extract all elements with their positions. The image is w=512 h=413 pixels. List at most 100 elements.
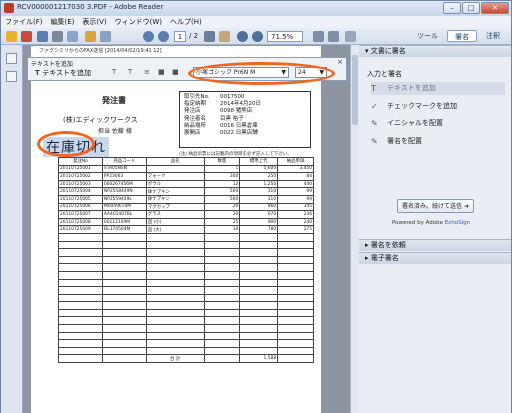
table-cell: [277, 308, 314, 318]
table-row: 20110725009 DL370504M 皿 (大) 10 780 275: [58, 225, 314, 234]
add-text-panel-close[interactable]: ×: [337, 58, 343, 66]
tab-comment[interactable]: 注釈: [479, 30, 507, 42]
zoom-in-icon[interactable]: [252, 31, 263, 42]
tab-sign[interactable]: 署名: [447, 30, 477, 42]
add-checkmark-item[interactable]: ✓ チェックマークを追加: [371, 100, 457, 113]
table-cell: [101, 308, 147, 318]
table-cell: [145, 286, 205, 295]
close-button[interactable]: ✕: [481, 2, 509, 14]
table-row: 20110725004 NP2558449N 鉢ナプキン 500 310 99: [58, 187, 314, 196]
menu-bar: ファイル(F) 編集(E) 表示(V) ウィンドウ(W) ヘルプ(H): [1, 16, 511, 28]
create-pdf-icon[interactable]: [21, 31, 32, 42]
signed-send-button[interactable]: 署名済み。続けて送信 ➜: [397, 199, 474, 213]
table-row-empty: [58, 232, 314, 242]
table-cell: [239, 270, 279, 280]
table-cell: [58, 248, 103, 257]
table-cell: [203, 331, 241, 341]
table-cell: [145, 346, 205, 356]
table-row: 20110725007 AA401407BL グラス 20 670 236: [58, 210, 314, 219]
line-spacing-icon[interactable]: ≡: [144, 68, 153, 77]
table-cell: [101, 278, 147, 288]
table-cell: [203, 324, 241, 333]
menu-view[interactable]: 表示(V): [82, 16, 106, 28]
add-text-tool-button[interactable]: T テキストを追加: [31, 67, 95, 79]
section-sign-document[interactable]: ▾ 文書に署名: [359, 45, 511, 57]
fit-page-icon[interactable]: [313, 31, 324, 42]
fit-width-icon[interactable]: [328, 31, 339, 42]
font-icon[interactable]: ■: [172, 68, 181, 77]
table-cell: 00112109M: [101, 217, 147, 227]
maximize-button[interactable]: □: [462, 2, 480, 14]
minimize-button[interactable]: –: [443, 2, 461, 14]
prev-page-icon[interactable]: [143, 31, 154, 42]
table-cell: [145, 308, 205, 318]
table-row: 20110725005 NP2559449L 鉢ナプキン 500 310 99: [58, 194, 314, 204]
zoom-level-field[interactable]: 71.5%: [267, 31, 303, 42]
table-cell: 1: [203, 164, 241, 174]
table-cell: AA401407BL: [101, 210, 147, 219]
table-cell: NP2559449L: [101, 194, 147, 204]
table-cell: [277, 240, 314, 250]
table-cell: 皿 (大): [145, 225, 205, 234]
table-cell: [58, 331, 103, 341]
table-cell: [101, 286, 147, 295]
select-tool-icon[interactable]: [204, 31, 215, 42]
place-initials-item[interactable]: ✎ イニシャルを配置: [371, 117, 443, 130]
table-cell: [239, 278, 279, 288]
menu-help[interactable]: ヘルプ(H): [170, 16, 202, 28]
increase-font-icon[interactable]: T: [128, 68, 137, 77]
add-text-item[interactable]: T テキストを追加: [371, 82, 505, 95]
section-request-signature[interactable]: ▸ 署名を依頼: [359, 239, 511, 251]
page-thumbnails-icon[interactable]: [6, 53, 17, 64]
table-row-empty: [58, 248, 314, 257]
adobe-reader-icon: [4, 3, 14, 13]
table-cell: [58, 240, 103, 250]
table-cell: 20: [203, 202, 241, 212]
echosign-link[interactable]: EchoSign: [445, 220, 470, 226]
vertical-scrollbar[interactable]: [350, 45, 359, 413]
table-row-empty: [58, 293, 314, 303]
table-cell: 236: [277, 210, 314, 219]
hand-tool-icon[interactable]: [219, 31, 230, 42]
table-cell: [203, 255, 241, 265]
next-page-icon[interactable]: [158, 31, 169, 42]
print-icon[interactable]: [52, 31, 63, 42]
comment-icon[interactable]: [85, 31, 96, 42]
table-cell: [58, 346, 103, 356]
table-cell: 84: [277, 172, 314, 181]
attachments-icon[interactable]: [6, 71, 17, 82]
table-cell: [277, 263, 314, 272]
tab-tools[interactable]: ツール: [410, 30, 445, 42]
fill-and-sign-header: 入力と署名: [367, 70, 402, 78]
decrease-font-icon[interactable]: T: [112, 68, 121, 77]
menu-window[interactable]: ウィンドウ(W): [115, 16, 162, 28]
menu-file[interactable]: ファイル(F): [5, 16, 43, 28]
section-digital-signature[interactable]: ▸ 電子署名: [359, 252, 511, 264]
table-cell: [145, 278, 205, 288]
title-bar: RCV000001217030 3.PDF - Adobe Reader – □…: [1, 1, 511, 16]
place-signature-item[interactable]: ✎ 署名を配置: [371, 135, 422, 148]
email-icon[interactable]: [67, 31, 78, 42]
menu-edit[interactable]: 編集(E): [51, 16, 75, 28]
save-icon[interactable]: [37, 31, 48, 42]
read-mode-icon[interactable]: [345, 31, 356, 42]
table-cell: 12: [203, 179, 241, 189]
page-number-input[interactable]: 1: [174, 31, 186, 42]
zoom-out-icon[interactable]: [237, 31, 248, 42]
scrollbar-thumb[interactable]: [352, 55, 358, 125]
table-cell: [101, 232, 147, 242]
table-cell: [58, 270, 103, 280]
customer-name: 担当 佐藤 様: [98, 128, 132, 135]
text-color-icon[interactable]: ■: [158, 68, 167, 77]
open-icon[interactable]: [6, 31, 17, 42]
table-cell: [145, 324, 205, 333]
table-row-empty: [58, 346, 314, 356]
table-cell: [145, 164, 205, 174]
order-items-table: 発注No 商品コード 品名 数量 標準上代 納品単価 20110725001 STA05NS…: [58, 157, 314, 364]
table-cell: [58, 278, 103, 288]
table-cell: [101, 248, 147, 257]
table-cell: [239, 232, 279, 242]
table-cell: [239, 346, 279, 356]
table-cell: [145, 339, 205, 348]
sign-icon[interactable]: [100, 31, 111, 42]
